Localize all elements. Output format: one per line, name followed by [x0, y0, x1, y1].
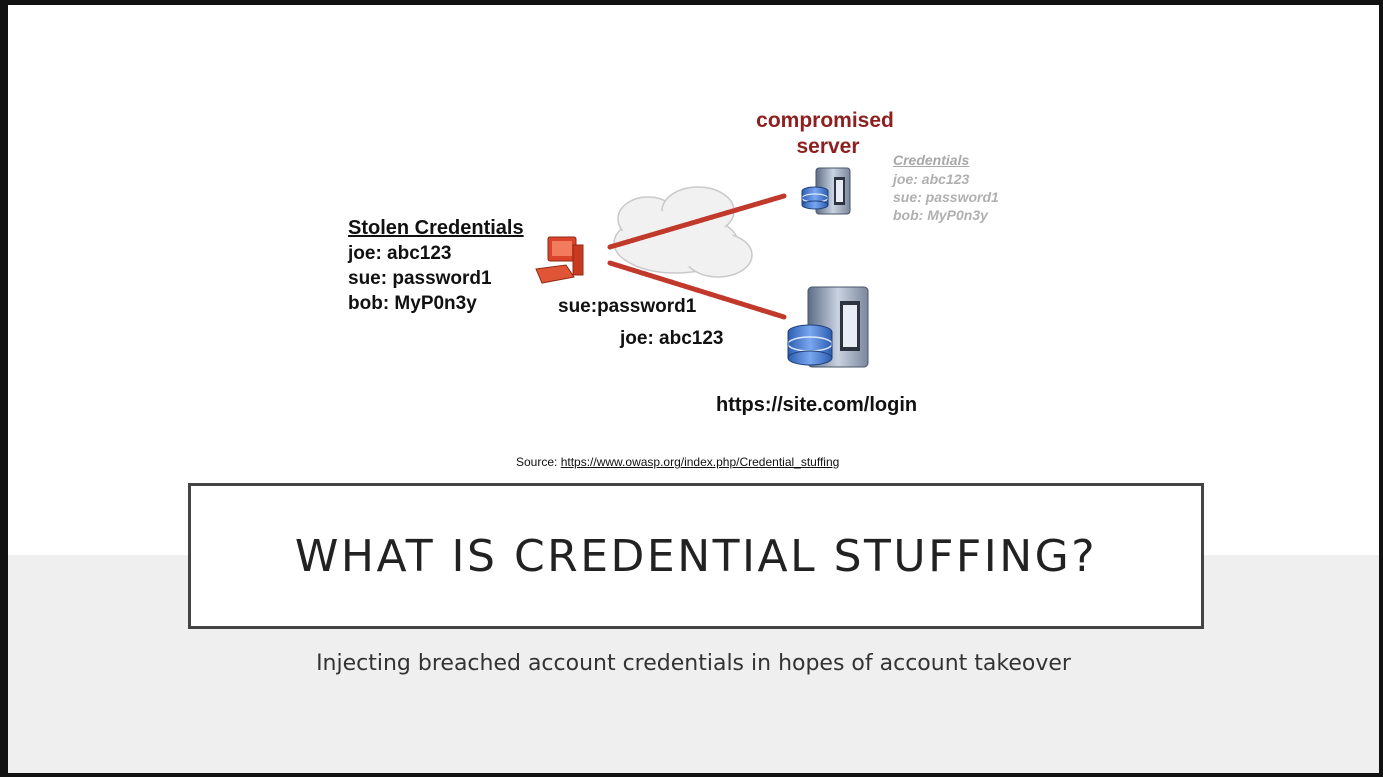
stolen-credential-line: sue: password1 [348, 268, 492, 289]
cloud-icon [613, 186, 753, 278]
slide: Stolen Credentials joe: abc123 sue: pass… [8, 5, 1379, 773]
stolen-credential-line: bob: MyP0n3y [348, 293, 477, 314]
compromised-server-icon [801, 167, 851, 215]
sent-credential-1: sue:password1 [558, 296, 697, 317]
attacker-computer-icon [535, 236, 584, 284]
server-credentials-title: Credentials [893, 152, 970, 168]
server-credential-line: sue: password1 [893, 189, 999, 205]
source-citation: Source: https://www.owasp.org/index.php/… [516, 455, 839, 469]
target-url-label: https://site.com/login [716, 394, 918, 416]
source-label: Source: [516, 455, 561, 469]
slide-title-box: WHAT IS CREDENTIAL STUFFING? [188, 483, 1204, 629]
diagram-graphics [535, 167, 869, 368]
compromised-server-label-line1: compromised [756, 109, 894, 132]
slide-title: WHAT IS CREDENTIAL STUFFING? [294, 530, 1098, 582]
credential-stuffing-diagram: Stolen Credentials joe: abc123 sue: pass… [8, 5, 1379, 475]
stolen-credential-line: joe: abc123 [348, 243, 452, 264]
slide-subtitle: Injecting breached account credentials i… [316, 651, 1071, 676]
target-server-icon [787, 286, 869, 368]
server-credential-line: joe: abc123 [893, 171, 970, 187]
sent-credential-2: joe: abc123 [620, 328, 724, 349]
stolen-credentials-title: Stolen Credentials [348, 217, 524, 239]
server-credential-line: bob: MyP0n3y [893, 207, 988, 223]
source-link[interactable]: https://www.owasp.org/index.php/Credenti… [561, 455, 840, 469]
